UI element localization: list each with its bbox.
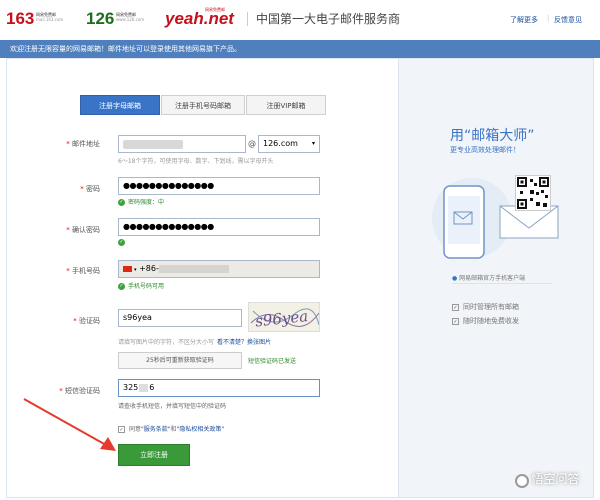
resend-sms-button[interactable]: 25秒后可重新获取验证码 xyxy=(118,352,242,369)
tab-phone-mailbox[interactable]: 注册手机号码邮箱 xyxy=(161,95,245,115)
register-button[interactable]: 立即注册 xyxy=(118,444,190,466)
captcha-label: * 验证码 xyxy=(73,317,100,325)
captcha-hint: 请填写图片中的字符，不区分大小写 看不清楚？换张图片 xyxy=(118,339,272,346)
email-hint: 6～18个字符，可使用字母、数字、下划线，需以字母开头 xyxy=(118,158,274,165)
checkbox-icon: ✓ xyxy=(452,303,459,311)
email-label: * 邮件地址 xyxy=(66,140,100,148)
red-arrow-annotation xyxy=(23,398,116,451)
password-input[interactable]: ●●●●●●●●●●●●●● xyxy=(118,177,320,195)
tab-vip-mailbox[interactable]: 注册VIP邮箱 xyxy=(246,95,326,115)
qr-code xyxy=(515,175,551,211)
at-sign: @ xyxy=(248,139,256,148)
promo-title: 用“邮箱大师” xyxy=(450,128,535,144)
bullet-icon: ● xyxy=(452,275,458,282)
slogan: 中国第一大电子邮件服务商 xyxy=(247,12,400,26)
domain-select[interactable]: 126.com ▾ xyxy=(258,135,320,153)
promo-caption: ● 网易邮箱官方手机客户端 xyxy=(452,275,526,282)
qr-code-icon xyxy=(517,177,549,209)
confirm-password-label: * 确认密码 xyxy=(66,226,100,234)
promo-divider xyxy=(452,283,552,284)
terms-link[interactable]: "服务条款" xyxy=(141,426,171,433)
phone-input[interactable]: ▾ +86- xyxy=(118,260,320,278)
redacted-username xyxy=(123,140,183,149)
redacted-digit xyxy=(139,383,149,392)
chevron-down-icon: ▾ xyxy=(311,140,315,147)
confirm-password-input[interactable]: ●●●●●●●●●●●●●● xyxy=(118,218,320,236)
logo-163[interactable]: 163 网易免费邮 mail.163.com xyxy=(6,10,63,27)
password-strength: ✓ 密码强度：中 xyxy=(118,199,165,206)
wukong-logo-icon xyxy=(515,473,529,488)
feedback-link[interactable]: 反馈意见 xyxy=(554,15,582,25)
sms-code-input[interactable]: 325 6 xyxy=(118,379,320,397)
logo-yeah[interactable]: yeah.net 网易免费邮 xyxy=(165,7,234,27)
captcha-graphic: s96yea xyxy=(250,307,319,330)
email-input[interactable] xyxy=(118,135,246,153)
captcha-image[interactable]: s96yea xyxy=(248,302,320,332)
promo-subtitle: 更专业高效处理邮件！ xyxy=(450,146,520,154)
chevron-down-icon: ▾ xyxy=(134,267,137,273)
agreement: ✓ 同意"服务条款"和"隐私权相关政策" xyxy=(118,426,225,433)
header: 163 网易免费邮 mail.163.com 126 网易免费邮 www.126… xyxy=(0,0,600,40)
check-circle-icon: ✓ xyxy=(118,283,125,290)
feature-item: ✓ 同时管理所有邮箱 xyxy=(452,303,519,311)
captcha-input[interactable]: s96yea xyxy=(118,309,242,327)
learn-more-link[interactable]: 了解更多 xyxy=(510,15,538,25)
phone-label: * 手机号码 xyxy=(66,267,100,275)
sms-sent-status: 短信验证码已发送 xyxy=(248,358,297,365)
checkbox-icon: ✓ xyxy=(452,317,459,325)
tab-letter-mailbox[interactable]: 注册字母邮箱 xyxy=(80,95,160,115)
notice-bar: 欢迎注册无限容量的网易邮箱！邮件地址可以登录使用其他网易旗下产品。 xyxy=(0,40,600,58)
logo-126[interactable]: 126 网易免费邮 www.126.com xyxy=(86,10,144,27)
refresh-captcha-link[interactable]: 看不清楚？换张图片 xyxy=(217,339,271,346)
captcha-text: s96yea xyxy=(254,307,309,330)
phone-status: ✓ 手机号码可用 xyxy=(118,283,165,290)
feature-item: ✓ 随时随地免费收发 xyxy=(452,317,519,325)
confirm-ok: ✓ xyxy=(118,238,128,247)
redacted-phone xyxy=(158,264,229,273)
link-separator: | xyxy=(547,14,550,22)
check-circle-icon: ✓ xyxy=(118,239,125,246)
watermark: 悟空问答 xyxy=(515,470,580,488)
china-flag-icon xyxy=(123,265,132,272)
privacy-link[interactable]: "隐私权相关政策" xyxy=(177,426,225,433)
sms-hint: 请查收手机短信，并填写短信中的验证码 xyxy=(118,403,227,410)
password-label: * 密码 xyxy=(80,185,100,193)
check-circle-icon: ✓ xyxy=(118,199,125,206)
